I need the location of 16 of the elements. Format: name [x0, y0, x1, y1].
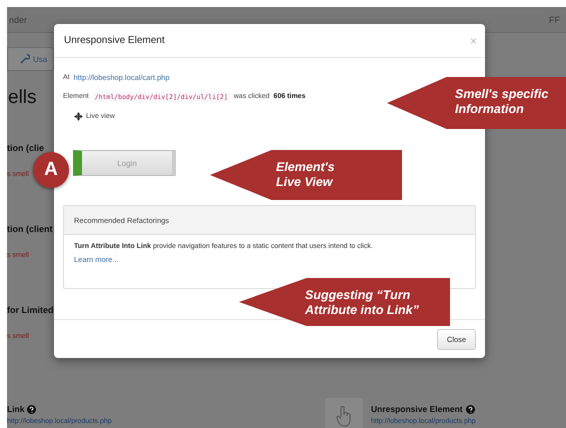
- smell-title: for Limited: [7, 305, 54, 315]
- move-icon: [74, 112, 83, 121]
- modal-title: Unresponsive Element: [64, 35, 165, 46]
- app-title: nder: [9, 14, 28, 24]
- usage-tab[interactable]: Usa: [7, 47, 54, 71]
- wrench-icon: [20, 54, 30, 64]
- smell-title: tion (client: [7, 224, 52, 234]
- help-icon: [466, 404, 475, 414]
- marker-badge: A: [33, 152, 69, 188]
- help-icon: [27, 404, 36, 414]
- top-right-label: FF: [549, 14, 560, 24]
- page-heading: ells: [8, 87, 37, 109]
- smell-title: tion (clie: [7, 143, 44, 153]
- card-title: Link: [7, 404, 24, 414]
- login-button[interactable]: Login: [73, 150, 176, 176]
- card-title: Unresponsive Element: [371, 404, 463, 414]
